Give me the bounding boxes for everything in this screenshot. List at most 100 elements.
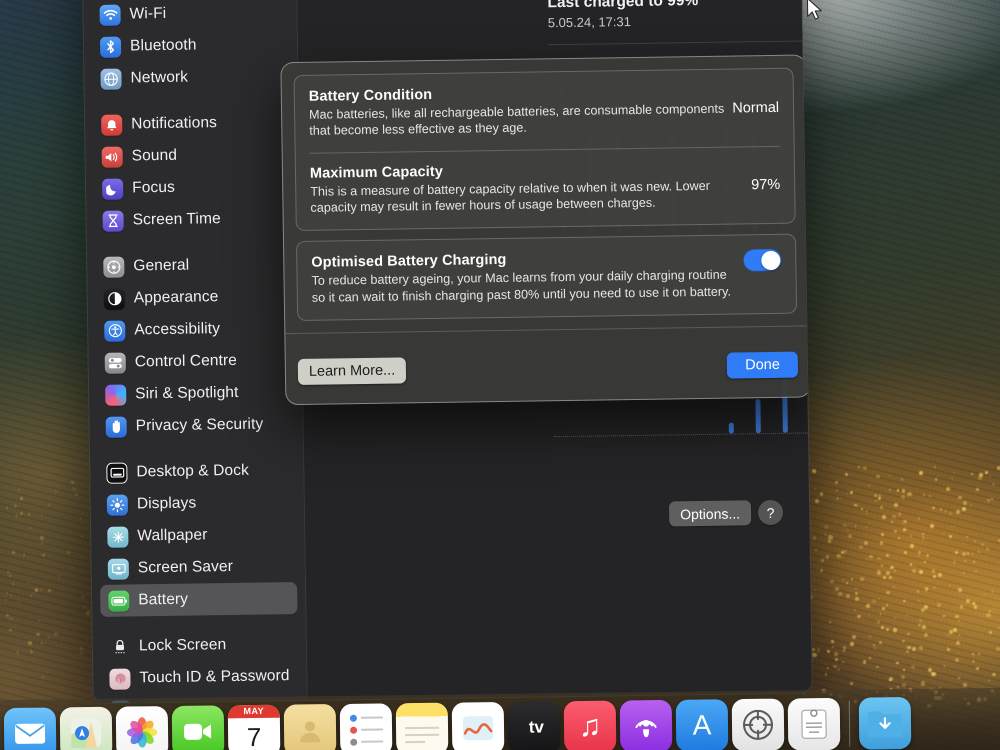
dock-item-downloads-folder[interactable] [858,696,912,750]
app-store-glyph: A [692,709,712,741]
calendar-day-label: 7 [246,721,262,750]
dock-item-system-settings[interactable] [731,698,785,750]
sidebar-item-privacy-security[interactable]: Privacy & Security [97,408,294,443]
sidebar-item-label: Focus [132,178,176,197]
sidebar-item-label: Control Centre [134,351,238,371]
optimised-battery-charging-row: Optimised Battery Charging To reduce bat… [297,235,796,320]
sidebar-item-bluetooth[interactable]: Bluetooth [92,28,289,63]
battery-condition-row: Battery Condition Mac batteries, like al… [295,69,794,154]
dock-item-app-store[interactable]: A [675,699,729,750]
last-charged-title: Last charged to 99% [547,0,699,12]
sidebar-item-siri-spotlight[interactable]: Siri & Spotlight [97,376,294,411]
sidebar-item-desktop-dock[interactable]: Desktop & Dock [98,454,295,489]
sidebar-item-displays[interactable]: Displays [99,486,296,521]
battery-condition-description: Mac batteries, like all rechargeable bat… [309,101,725,138]
dock-item-notes[interactable] [395,702,449,750]
sidebar-item-notifications[interactable]: Notifications [93,106,290,141]
dock-item-calendar[interactable]: MAY 7 [227,704,281,750]
siri-orb-icon [105,384,127,406]
sidebar-item-label: Sound [131,146,178,165]
screen-saver-icon [107,558,129,580]
dock-item-music[interactable]: ♫ [563,700,617,750]
apple-tv-wordmark: tv [523,717,545,737]
battery-icon [108,590,130,612]
help-button[interactable]: ? [757,499,784,526]
chart-gridline [548,38,813,46]
learn-more-button[interactable]: Learn More... [297,357,407,385]
sidebar-item-label: Screen Saver [137,557,234,577]
dock-item-reminders[interactable] [339,703,393,750]
sidebar-item-label: Battery [138,590,189,609]
sidebar-item-battery[interactable]: Battery [100,582,298,617]
speaker-icon [101,146,123,168]
wallpaper-icon [107,526,129,548]
battery-condition-value: Normal [732,99,780,117]
sidebar-item-sound[interactable]: Sound [93,138,290,173]
touch-id-icon [109,668,131,690]
calendar-month-label: MAY [227,704,280,719]
sidebar-item-screen-time[interactable]: Screen Time [94,202,291,237]
photographed-screen: Wi-Fi Bluetooth Network Notifications Sound F… [0,0,1000,750]
dock-item-contacts[interactable] [283,704,337,750]
sidebar-item-label: Appearance [133,288,219,307]
dock-separator [848,700,851,747]
mouse-cursor-arrow-pointer [806,0,824,28]
sidebar-item-wi-fi[interactable]: Wi-Fi [91,0,288,31]
sidebar-item-label: Wi-Fi [129,4,167,23]
dock-item-stocks[interactable] [451,701,505,750]
sidebar[interactable]: Wi-Fi Bluetooth Network Notifications Sound F… [82,0,308,705]
sidebar-item-label: Displays [136,494,197,513]
sidebar-item-label: Wallpaper [137,526,208,545]
done-button[interactable]: Done [727,351,799,379]
sidebar-item-label: Touch ID & Password [139,667,290,687]
maximum-capacity-value: 97% [751,176,781,194]
network-globe-icon [100,68,122,90]
sidebar-item-label: Privacy & Security [135,415,264,435]
sidebar-item-label: Desktop & Dock [136,461,250,481]
options-button[interactable]: Options... [668,500,752,527]
sidebar-item-label: Screen Time [132,210,221,229]
contacts-person-glyph [300,721,321,743]
maximum-capacity-description: This is a measure of battery capacity re… [310,179,711,216]
last-charged-subtitle: 5.05.24, 17:31 [547,14,632,31]
hourglass-icon [102,210,124,232]
system-settings-gear-glyph [743,709,774,740]
optimised-battery-charging-toggle[interactable] [743,249,782,272]
dock-item-preview[interactable] [787,697,841,750]
battery-health-sheet: Battery Condition Mac batteries, like al… [280,54,812,406]
music-note-glyph: ♫ [578,709,602,744]
dock-item-maps[interactable] [59,706,113,750]
ui-plane: Wi-Fi Bluetooth Network Notifications Sound F… [0,0,1000,750]
dock-item-apple-tv[interactable]: tv [507,701,561,750]
photos-flower-glyph [126,717,158,748]
sidebar-item-accessibility[interactable]: Accessibility [96,312,293,347]
privacy-hand-icon [105,416,127,438]
dock-item-facetime[interactable] [171,705,225,750]
sidebar-item-wallpaper[interactable]: Wallpaper [99,518,296,553]
sidebar-item-appearance[interactable]: Appearance [96,280,293,315]
sidebar-item-lock-screen[interactable]: Lock Screen [101,628,298,663]
sidebar-item-focus[interactable]: Focus [94,170,291,205]
maximum-capacity-row: Maximum Capacity This is a measure of ba… [296,146,795,231]
sidebar-item-label: General [133,256,190,275]
dock-item-photos[interactable] [115,706,169,750]
dock-item-podcasts[interactable] [619,699,673,750]
chart-gridline [553,430,813,438]
sidebar-item-network[interactable]: Network [92,60,289,95]
sidebar-item-general[interactable]: General [95,248,292,283]
sidebar-item-label: Bluetooth [129,36,197,55]
sidebar-item-control-centre[interactable]: Control Centre [97,344,294,379]
accessibility-person-icon [104,320,126,342]
optimised-battery-charging-description: To reduce battery ageing, your Mac learn… [311,268,731,305]
control-centre-icon [104,352,126,374]
chart-bar [755,398,761,434]
sheet-divider [285,325,810,334]
sidebar-item-label: Network [130,68,189,87]
sidebar-item-touch-id-password[interactable]: Touch ID & Password [101,660,298,695]
notes-lines [405,726,440,744]
dock-item-mail[interactable] [3,707,57,750]
system-settings-window: Wi-Fi Bluetooth Network Notifications Sound F… [81,0,813,705]
desktop-dock-icon [106,462,128,484]
sidebar-item-screen-saver[interactable]: Screen Saver [100,550,297,585]
appearance-contrast-icon [103,288,125,310]
